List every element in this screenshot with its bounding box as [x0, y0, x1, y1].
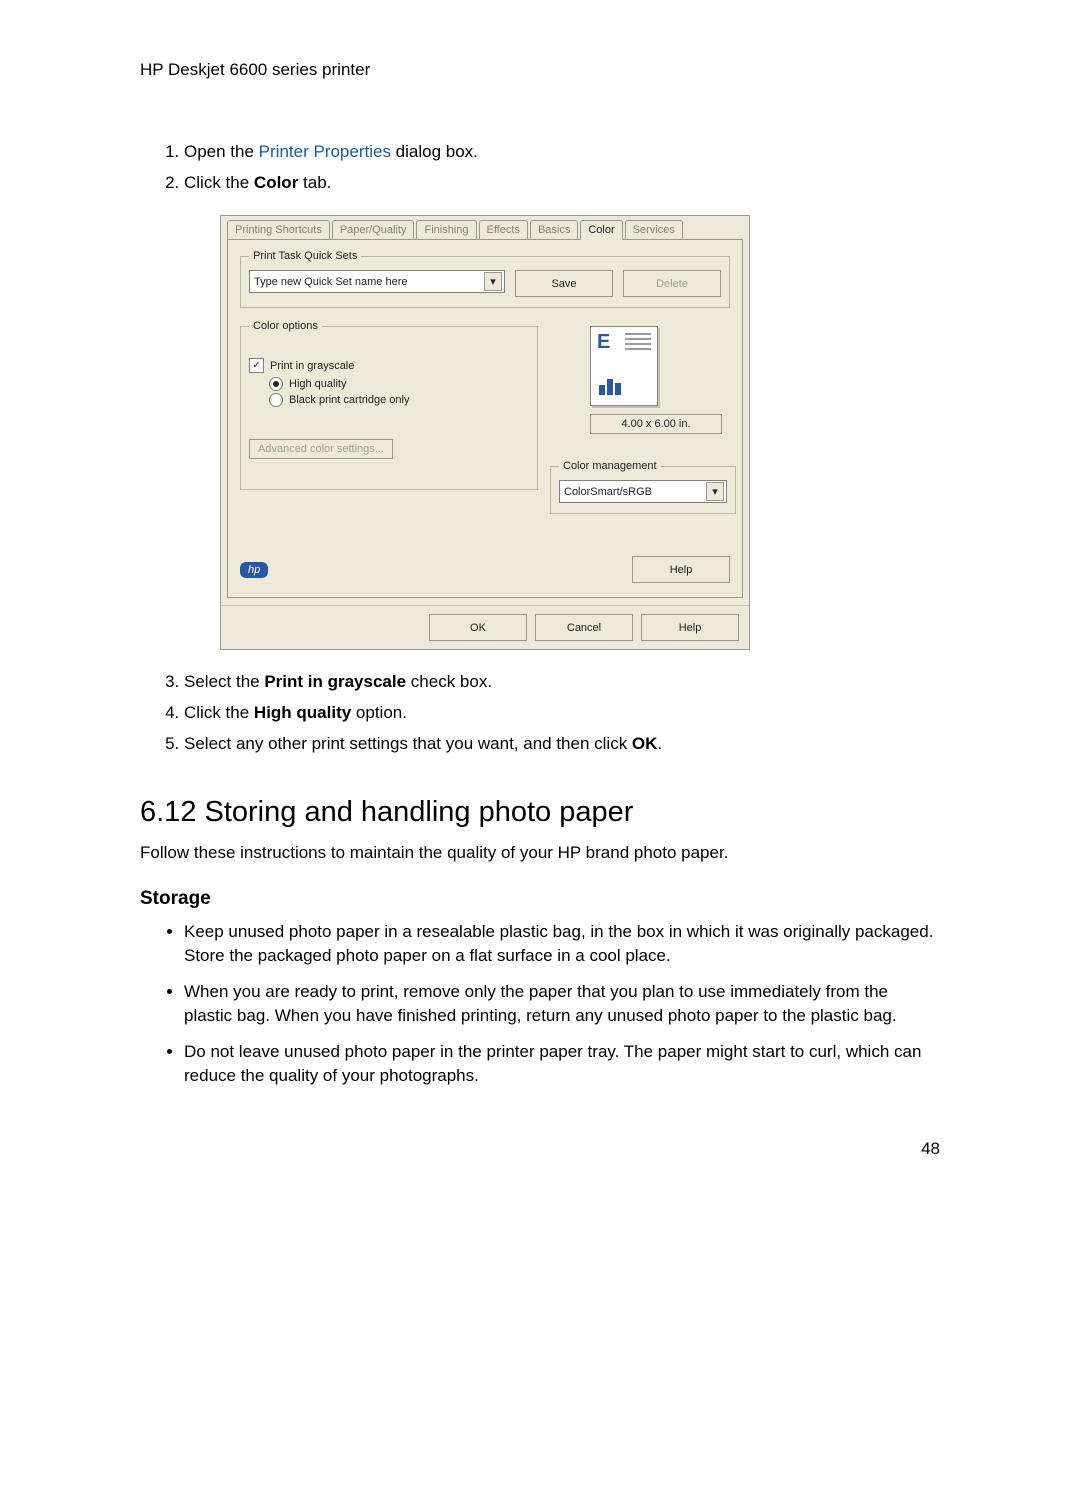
- color-management-legend: Color management: [559, 460, 661, 472]
- section-heading: 6.12 Storing and handling photo paper: [140, 796, 940, 829]
- tab-finishing[interactable]: Finishing: [416, 220, 476, 240]
- chevron-down-icon[interactable]: ▾: [484, 272, 502, 291]
- list-item: When you are ready to print, remove only…: [184, 980, 940, 1028]
- printer-properties-dialog: Printing Shortcuts Paper/Quality Finishi…: [220, 215, 750, 650]
- step-4: Click the High quality option.: [184, 701, 940, 726]
- step-3: Select the Print in grayscale check box.: [184, 670, 940, 695]
- storage-bullets: Keep unused photo paper in a resealable …: [140, 920, 940, 1089]
- advanced-color-settings-button: Advanced color settings...: [249, 439, 393, 459]
- page-preview: E 4.00 x 6.00 in.: [590, 326, 730, 434]
- grayscale-checkbox[interactable]: ✓: [249, 358, 264, 373]
- step-5: Select any other print settings that you…: [184, 732, 940, 757]
- quickset-legend: Print Task Quick Sets: [249, 250, 361, 262]
- storage-subheading: Storage: [140, 888, 940, 910]
- tab-services[interactable]: Services: [625, 220, 683, 240]
- cancel-button[interactable]: Cancel: [535, 614, 633, 641]
- tab-printing-shortcuts[interactable]: Printing Shortcuts: [227, 220, 330, 240]
- printer-properties-link[interactable]: Printer Properties: [259, 142, 391, 161]
- paper-dimensions: 4.00 x 6.00 in.: [590, 414, 722, 434]
- hp-logo-icon: hp: [240, 562, 268, 578]
- color-management-fieldset: Color management ColorSmart/sRGB ▾: [550, 460, 736, 514]
- black-cartridge-radio[interactable]: [269, 393, 283, 407]
- tab-effects[interactable]: Effects: [479, 220, 528, 240]
- quickset-fieldset: Print Task Quick Sets Type new Quick Set…: [240, 250, 730, 308]
- delete-button: Delete: [623, 270, 721, 297]
- help-button[interactable]: Help: [632, 556, 730, 583]
- color-options-fieldset: Color options ✓ Print in grayscale High …: [240, 320, 538, 490]
- grayscale-label: Print in grayscale: [270, 360, 354, 372]
- tab-basics[interactable]: Basics: [530, 220, 578, 240]
- dialog-tabs: Printing Shortcuts Paper/Quality Finishi…: [221, 216, 749, 240]
- preview-letter-icon: E: [597, 331, 610, 354]
- save-button[interactable]: Save: [515, 270, 613, 297]
- list-item: Do not leave unused photo paper in the p…: [184, 1040, 940, 1088]
- ok-button[interactable]: OK: [429, 614, 527, 641]
- list-item: Keep unused photo paper in a resealable …: [184, 920, 940, 968]
- high-quality-radio[interactable]: [269, 377, 283, 391]
- section-intro: Follow these instructions to maintain th…: [140, 841, 940, 866]
- tab-color[interactable]: Color: [580, 220, 622, 240]
- high-quality-label: High quality: [289, 378, 346, 390]
- color-options-legend: Color options: [249, 320, 322, 332]
- page-header: HP Deskjet 6600 series printer: [140, 60, 940, 80]
- step-1: Open the Printer Properties dialog box.: [184, 140, 940, 165]
- help-button-bottom[interactable]: Help: [641, 614, 739, 641]
- tab-paper-quality[interactable]: Paper/Quality: [332, 220, 415, 240]
- steps-before-dialog: Open the Printer Properties dialog box. …: [140, 140, 940, 195]
- chevron-down-icon[interactable]: ▾: [706, 482, 724, 501]
- color-management-select[interactable]: ColorSmart/sRGB ▾: [559, 480, 727, 503]
- dialog-bottom-buttons: OK Cancel Help: [221, 605, 749, 649]
- quickset-select[interactable]: Type new Quick Set name here ▾: [249, 270, 505, 293]
- black-cartridge-label: Black print cartridge only: [289, 394, 409, 406]
- steps-after-dialog: Select the Print in grayscale check box.…: [140, 670, 940, 756]
- page-number: 48: [140, 1139, 940, 1159]
- step-2: Click the Color tab.: [184, 171, 940, 196]
